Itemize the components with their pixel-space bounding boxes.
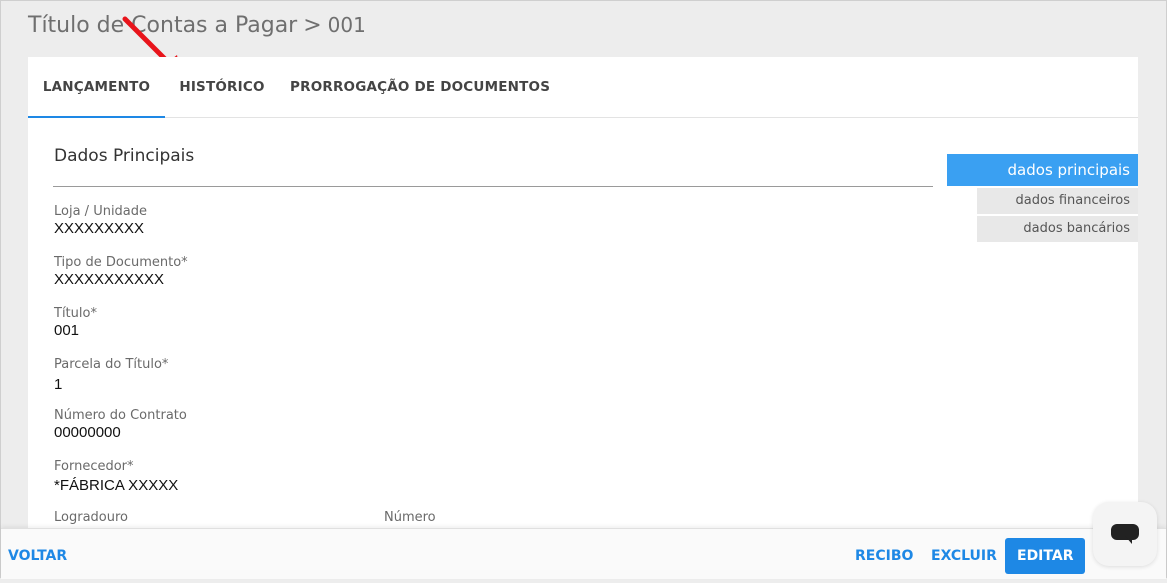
field-label: Logradouro bbox=[54, 510, 128, 525]
tab-historico[interactable]: HISTÓRICO bbox=[176, 57, 268, 117]
field-logradouro: Logradouro bbox=[54, 510, 128, 526]
field-value: 001 bbox=[54, 322, 80, 339]
record-code: 001 bbox=[327, 13, 366, 37]
page-title: Título de Contas a Pagar > 001 bbox=[28, 13, 366, 38]
field-tipo-documento: Tipo de Documento* XXXXXXXXXXX bbox=[54, 255, 188, 289]
field-label: Loja / Unidade bbox=[54, 204, 148, 219]
field-parcela-titulo: Parcela do Título* 1 bbox=[54, 357, 168, 394]
field-numero: Número bbox=[384, 510, 436, 526]
field-value: XXXXXXXXX bbox=[54, 220, 145, 237]
chat-widget-button[interactable] bbox=[1093, 502, 1157, 566]
field-label: Parcela do Título* bbox=[54, 357, 169, 372]
nav-dados-principais[interactable]: dados principais bbox=[947, 154, 1138, 186]
section-navigation: dados principais dados financeiros dados… bbox=[947, 154, 1138, 242]
back-button[interactable]: VOLTAR bbox=[8, 529, 67, 579]
breadcrumb-separator: > bbox=[303, 13, 322, 38]
content-card: LANÇAMENTO HISTÓRICO PRORROGAÇÃO DE DOCU… bbox=[28, 57, 1138, 537]
field-loja-unidade: Loja / Unidade XXXXXXXXX bbox=[54, 204, 147, 238]
receipt-button[interactable]: RECIBO bbox=[855, 529, 913, 579]
field-value: *FÁBRICA XXXXX bbox=[54, 477, 179, 494]
field-label: Título* bbox=[54, 306, 97, 321]
field-value: 00000000 bbox=[54, 424, 121, 441]
tab-lancamento[interactable]: LANÇAMENTO bbox=[28, 57, 165, 118]
delete-button[interactable]: EXCLUIR bbox=[931, 529, 997, 579]
field-label: Número do Contrato bbox=[54, 408, 187, 423]
field-label: Tipo de Documento* bbox=[54, 255, 188, 270]
footer-action-bar: VOLTAR RECIBO EXCLUIR EDITAR bbox=[1, 528, 1166, 579]
field-fornecedor: Fornecedor* *FÁBRICA XXXXX bbox=[54, 459, 178, 495]
tab-bar: LANÇAMENTO HISTÓRICO PRORROGAÇÃO DE DOCU… bbox=[28, 57, 1138, 118]
tab-prorrogacao-documentos[interactable]: PRORROGAÇÃO DE DOCUMENTOS bbox=[290, 57, 550, 117]
nav-dados-bancarios[interactable]: dados bancários bbox=[977, 216, 1138, 242]
nav-dados-financeiros[interactable]: dados financeiros bbox=[977, 188, 1138, 214]
field-label: Número bbox=[384, 510, 436, 525]
field-label: Fornecedor* bbox=[54, 459, 134, 474]
field-titulo: Título* 001 bbox=[54, 306, 97, 340]
chat-bubble-tail bbox=[1125, 536, 1132, 544]
section-title: Dados Principais bbox=[54, 146, 195, 166]
section-divider bbox=[53, 186, 933, 187]
field-value: XXXXXXXXXXX bbox=[54, 271, 165, 288]
field-numero-contrato: Número do Contrato 00000000 bbox=[54, 408, 187, 442]
field-value: 1 bbox=[54, 376, 63, 393]
edit-button[interactable]: EDITAR bbox=[1005, 538, 1086, 574]
